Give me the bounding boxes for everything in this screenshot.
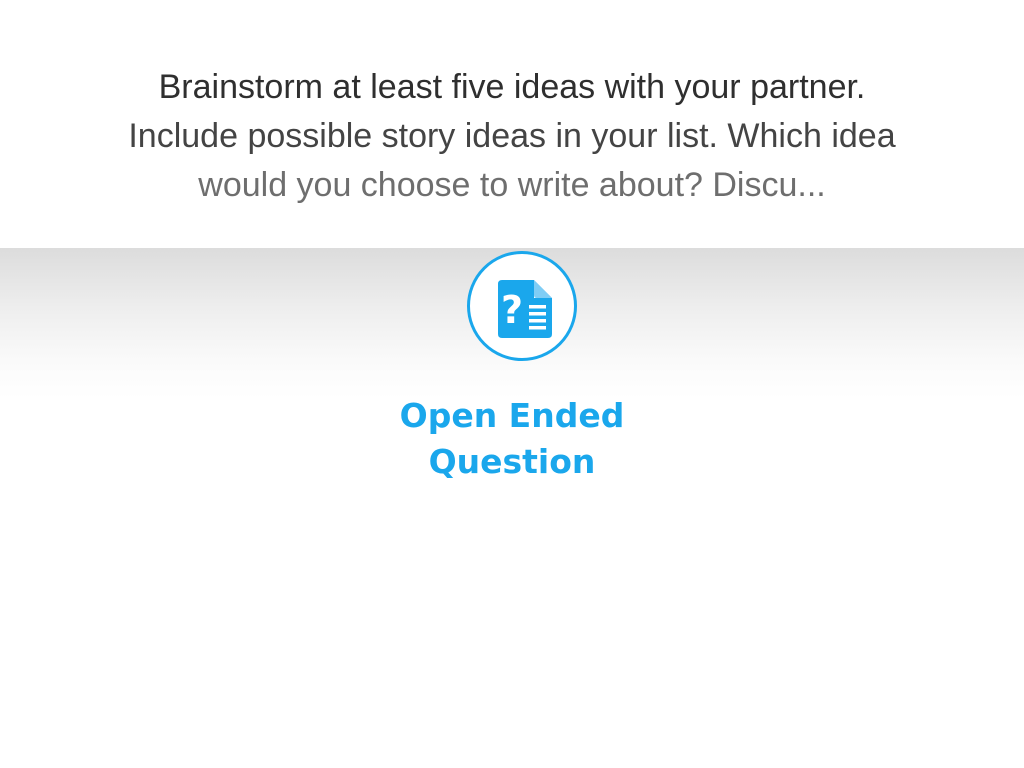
question-card: Brainstorm at least five ideas with your… bbox=[0, 0, 1024, 768]
open-ended-question-icon: ? bbox=[498, 280, 552, 338]
prompt-line-1: Brainstorm at least five ideas with your… bbox=[158, 68, 866, 106]
question-type-badge: ? bbox=[467, 251, 577, 361]
question-type-label: Open Ended Question bbox=[312, 393, 712, 485]
question-type-label-line-1: Open Ended bbox=[399, 396, 625, 435]
prompt-line-2: Include possible story ideas in your lis… bbox=[128, 117, 896, 155]
prompt-line-3: would you choose to write about? Discu..… bbox=[198, 166, 826, 204]
question-prompt: Brainstorm at least five ideas with your… bbox=[0, 0, 1024, 248]
question-type-label-line-2: Question bbox=[428, 442, 596, 481]
svg-text:?: ? bbox=[501, 288, 523, 332]
